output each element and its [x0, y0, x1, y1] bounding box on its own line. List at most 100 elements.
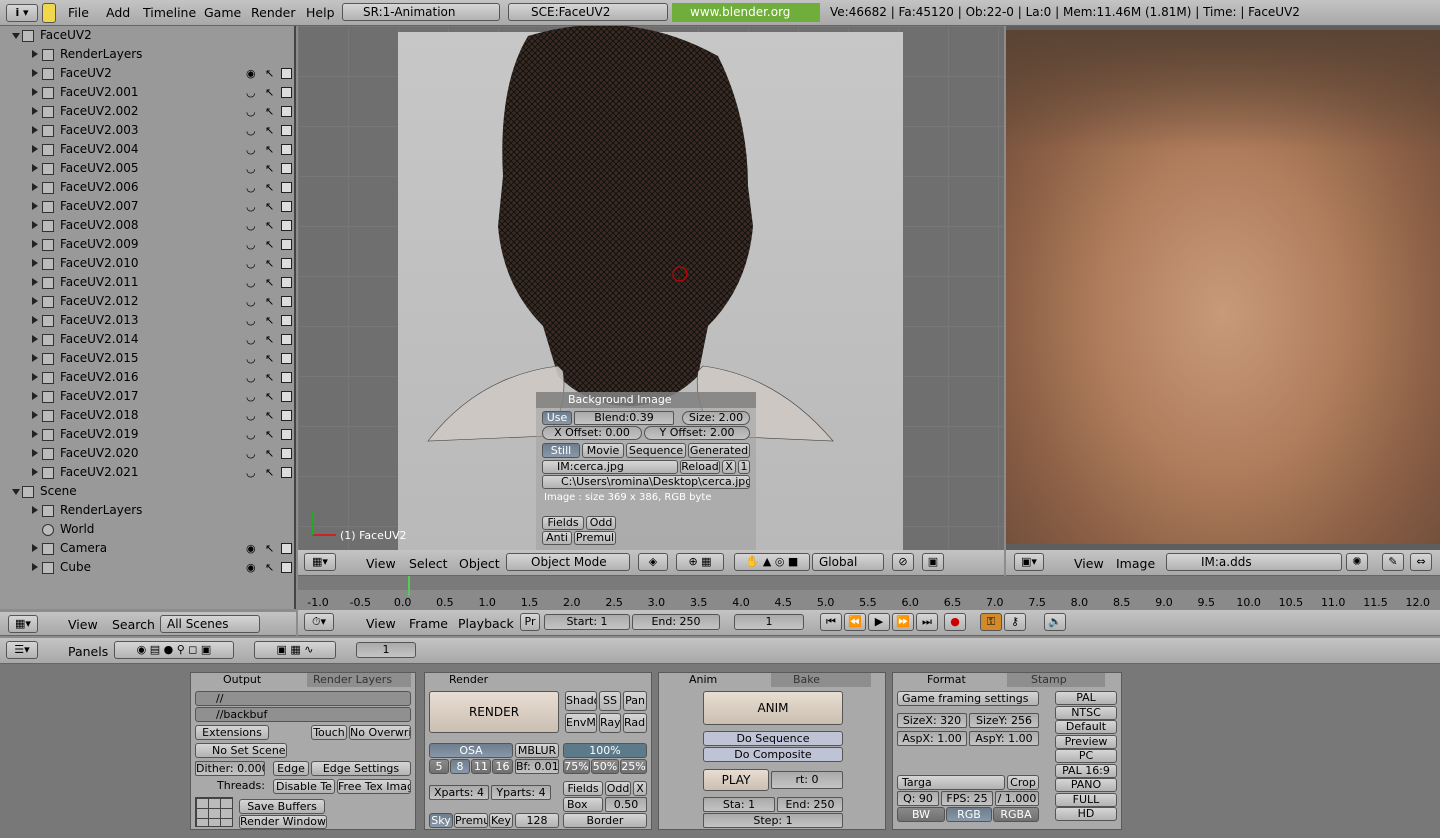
menu-file[interactable]: File — [68, 5, 89, 20]
format-tab[interactable]: Format — [897, 673, 1005, 687]
do-sequence-toggle[interactable]: Do Sequence — [703, 731, 843, 746]
visibility-eye-icon[interactable]: ◡ — [246, 387, 256, 406]
visibility-eye-icon[interactable]: ◡ — [246, 444, 256, 463]
context-buttons[interactable]: ◉ ▤ ● ⚲ ◻ ▣ — [114, 641, 234, 659]
outliner[interactable]: FaceUV2 RenderLayers FaceUV2 ◉ ↖ FaceUV2.001 ◡… — [0, 26, 296, 609]
visibility-eye-icon[interactable]: ◡ — [246, 216, 256, 235]
bw-toggle[interactable]: BW — [897, 807, 945, 822]
fps-field[interactable]: FPS: 25 — [941, 791, 993, 806]
visibility-eye-icon[interactable]: ◡ — [246, 425, 256, 444]
outliner-row[interactable]: World — [0, 520, 294, 539]
visibility-eye-icon[interactable]: ◡ — [246, 406, 256, 425]
outliner-row[interactable]: Camera ◉ ↖ — [0, 539, 294, 558]
prev-key-button[interactable]: ⏪ — [844, 613, 866, 631]
outliner-row[interactable]: FaceUV2.016 ◡ ↖ — [0, 368, 294, 387]
pan-toggle[interactable]: Pan — [623, 691, 647, 711]
outliner-item-label[interactable]: FaceUV2.015 — [60, 349, 138, 368]
envmap-toggle[interactable]: EnvMa — [565, 713, 597, 733]
draw-type-select[interactable]: ◈ — [638, 553, 668, 571]
selectable-arrow-icon[interactable]: ↖ — [265, 197, 274, 216]
visibility-eye-icon[interactable]: ◡ — [246, 178, 256, 197]
premul-toggle[interactable]: Premul — [454, 813, 488, 828]
expand-right-icon[interactable] — [32, 50, 38, 58]
renderable-icon[interactable] — [281, 163, 292, 174]
renderable-icon[interactable] — [281, 391, 292, 402]
visibility-eye-icon[interactable]: ◡ — [246, 292, 256, 311]
selectable-arrow-icon[interactable]: ↖ — [265, 349, 274, 368]
outliner-row[interactable]: FaceUV2.006 ◡ ↖ — [0, 178, 294, 197]
bg-yoffset-field[interactable]: Y Offset: 2.00 — [644, 426, 750, 440]
outliner-row[interactable]: FaceUV2.005 ◡ ↖ — [0, 159, 294, 178]
no-overwrite-button[interactable]: No Overwrit — [349, 725, 411, 740]
visibility-eye-icon[interactable]: ◡ — [246, 368, 256, 387]
osa-5[interactable]: 5 — [429, 759, 449, 774]
next-key-button[interactable]: ⏩ — [892, 613, 914, 631]
selectable-arrow-icon[interactable]: ↖ — [265, 140, 274, 159]
format-preset-button[interactable]: Default — [1055, 720, 1117, 734]
ray-toggle[interactable]: Ray — [599, 713, 621, 733]
outliner-item-label[interactable]: FaceUV2.009 — [60, 235, 138, 254]
outliner-item-label[interactable]: World — [60, 520, 94, 539]
timeline-frame-menu[interactable]: Frame — [409, 616, 448, 631]
anim-step-field[interactable]: Step: 1 — [703, 813, 843, 828]
outliner-search-menu[interactable]: Search — [112, 617, 155, 632]
outliner-row[interactable]: FaceUV2.012 ◡ ↖ — [0, 292, 294, 311]
renderable-icon[interactable] — [281, 125, 292, 136]
all-scenes-select[interactable]: All Scenes — [160, 615, 260, 633]
outliner-row[interactable]: FaceUV2.004 ◡ ↖ — [0, 140, 294, 159]
size-25-button[interactable]: 25% — [620, 759, 647, 774]
outliner-view-menu[interactable]: View — [68, 617, 98, 632]
outliner-row[interactable]: FaceUV2.021 ◡ ↖ — [0, 463, 294, 482]
render-window-select[interactable]: Render Window — [239, 815, 327, 829]
bg-tab-generated[interactable]: Generated — [688, 443, 750, 458]
size-50-button[interactable]: 50% — [591, 759, 619, 774]
bg-users-count[interactable]: 1 — [738, 460, 750, 474]
renderable-icon[interactable] — [281, 106, 292, 117]
outliner-row[interactable]: FaceUV2.011 ◡ ↖ — [0, 273, 294, 292]
selectable-arrow-icon[interactable]: ↖ — [265, 463, 274, 482]
yparts-field[interactable]: Yparts: 4 — [491, 785, 551, 800]
renderable-icon[interactable] — [281, 334, 292, 345]
outliner-item-label[interactable]: FaceUV2.020 — [60, 444, 138, 463]
outliner-item-label[interactable]: FaceUV2.021 — [60, 463, 138, 482]
selectable-arrow-icon[interactable]: ↖ — [265, 216, 274, 235]
selectable-arrow-icon[interactable]: ↖ — [265, 558, 274, 577]
expand-right-icon[interactable] — [32, 335, 38, 343]
free-tex-image-button[interactable]: Free Tex Image — [337, 779, 411, 794]
blender-url[interactable]: www.blender.org 249.2 — [672, 3, 820, 38]
threads-field[interactable]: Threads: 2 — [195, 779, 267, 794]
render-tab[interactable]: Render — [429, 673, 529, 687]
bg-tab-movie[interactable]: Movie — [582, 443, 624, 458]
selectable-arrow-icon[interactable]: ↖ — [265, 406, 274, 425]
selectable-arrow-icon[interactable]: ↖ — [265, 235, 274, 254]
visibility-eye-icon[interactable]: ◡ — [246, 254, 256, 273]
format-preset-button[interactable]: PAL 16:9 — [1055, 763, 1117, 778]
visibility-eye-icon[interactable]: ◉ — [246, 558, 256, 577]
sky-toggle[interactable]: Sky — [429, 813, 453, 828]
insert-key-button[interactable]: ⚷ — [1004, 613, 1026, 631]
renderable-icon[interactable] — [281, 277, 292, 288]
render-button[interactable]: RENDER — [429, 691, 559, 733]
outliner-row[interactable]: FaceUV2.001 ◡ ↖ — [0, 83, 294, 102]
selectable-arrow-icon[interactable]: ↖ — [265, 311, 274, 330]
bg-panel-titlebar[interactable]: Background Image — [536, 392, 756, 408]
renderable-icon[interactable] — [281, 144, 292, 155]
outliner-row[interactable]: FaceUV2.003 ◡ ↖ — [0, 121, 294, 140]
visibility-eye-icon[interactable]: ◡ — [246, 140, 256, 159]
format-preset-button[interactable]: NTSC — [1055, 705, 1117, 720]
renderable-icon[interactable] — [281, 467, 292, 478]
menu-add[interactable]: Add — [106, 5, 130, 20]
bg-size-field[interactable]: Size: 2.00 — [682, 411, 750, 425]
expand-right-icon[interactable] — [32, 240, 38, 248]
outliner-item-label[interactable]: FaceUV2.016 — [60, 368, 138, 387]
visibility-eye-icon[interactable]: ◡ — [246, 349, 256, 368]
edge-button[interactable]: Edge — [273, 761, 309, 776]
selectable-arrow-icon[interactable]: ↖ — [265, 273, 274, 292]
sizex-field[interactable]: SizeX: 320 — [897, 713, 967, 728]
visibility-eye-icon[interactable]: ◡ — [246, 102, 256, 121]
outliner-item-label[interactable]: RenderLayers — [60, 501, 142, 520]
expand-right-icon[interactable] — [32, 278, 38, 286]
outliner-row[interactable]: FaceUV2.013 ◡ ↖ — [0, 311, 294, 330]
outliner-item-label[interactable]: FaceUV2.012 — [60, 292, 138, 311]
renderable-icon[interactable] — [281, 315, 292, 326]
